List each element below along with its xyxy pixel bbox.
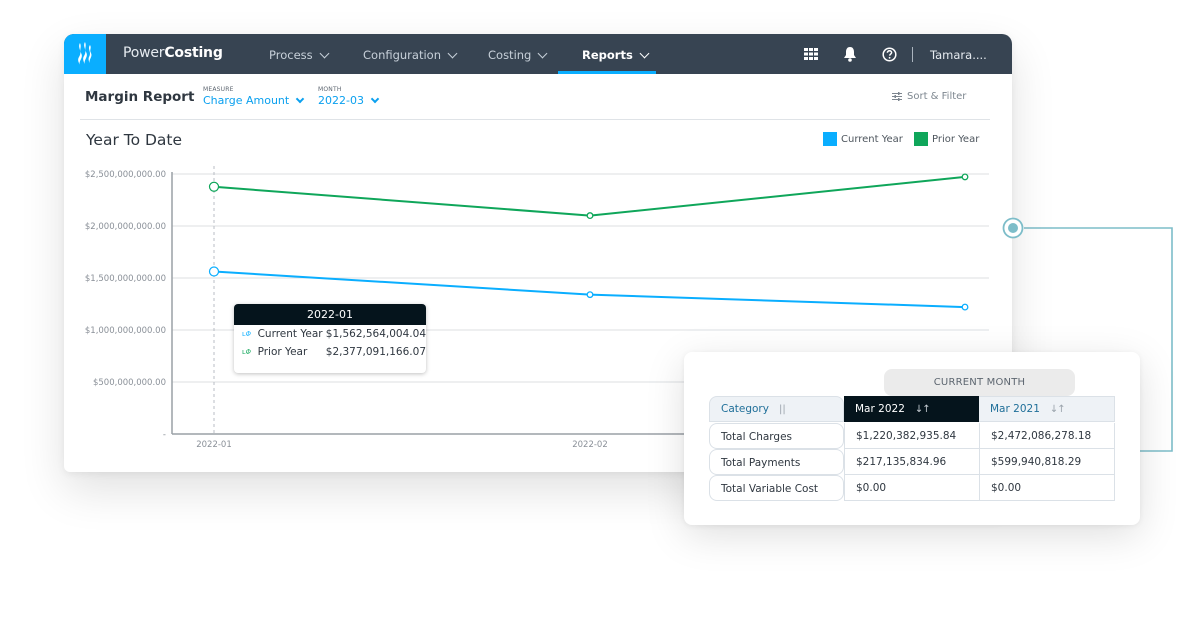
apps-grid-button[interactable]: [803, 46, 819, 62]
tooltip-series-value: $1,562,564,004.04: [325, 328, 426, 340]
cell-category: Total Variable Cost: [709, 475, 844, 501]
cell-category: Total Payments: [709, 449, 844, 475]
connector-node-icon: [1002, 217, 1024, 239]
nav-label: Costing: [488, 48, 532, 62]
chevron-down-icon: [537, 48, 548, 58]
x-tick-label: 2022-02: [572, 440, 608, 450]
measure-label: MEASURE: [203, 86, 234, 93]
sort-icon: ↓↑: [914, 403, 931, 415]
legend-label-prior: Prior Year: [932, 133, 980, 145]
measure-value: Charge Amount: [203, 94, 290, 107]
nav-reports[interactable]: Reports: [582, 48, 650, 62]
y-tick-label: $500,000,000.00: [93, 378, 166, 388]
nav-label: Reports: [582, 48, 633, 62]
column-header-mar-2021[interactable]: Mar 2021 ↓↑: [979, 396, 1115, 422]
top-navbar: PowerCosting Process Configuration Costi…: [64, 34, 1012, 74]
brand-name: PowerCosting: [123, 45, 223, 61]
cell-mar-2021: $2,472,086,278.18: [979, 423, 1115, 449]
data-point-prior-year: [961, 173, 969, 181]
table-row: Total Variable Cost $0.00 $0.00: [709, 475, 1115, 501]
nav-process[interactable]: Process: [269, 48, 330, 62]
chevron-down-icon: [295, 94, 305, 103]
nav-label: Process: [269, 48, 313, 62]
column-header-category[interactable]: Category | |: [709, 396, 844, 422]
column-header-mar-2022[interactable]: Mar 2022 ↓↑: [844, 396, 979, 422]
sort-filter-button[interactable]: Sort & Filter: [892, 91, 966, 102]
logo[interactable]: [64, 34, 106, 74]
active-tab-indicator: [558, 71, 656, 74]
cell-mar-2021: $0.00: [979, 475, 1115, 501]
tooltip-series-name: Current Year: [257, 328, 323, 340]
cell-mar-2022: $1,220,382,935.84: [844, 423, 979, 449]
measure-selector[interactable]: MEASURE Charge Amount: [203, 86, 305, 107]
y-tick-label: $1,000,000,000.00: [85, 326, 166, 336]
brand-light: Power: [123, 45, 165, 61]
table-row: Total Payments $217,135,834.96 $599,940,…: [709, 449, 1115, 475]
column-header-label: Mar 2021: [990, 403, 1040, 415]
sort-icon: ↓↑: [1049, 403, 1066, 415]
help-button[interactable]: [881, 46, 897, 62]
brand-bold: Costing: [164, 45, 223, 61]
line-chart-icon: ʟ𝛷: [242, 347, 251, 356]
legend-label-current: Current Year: [841, 133, 903, 145]
user-menu[interactable]: Tamara....: [930, 48, 987, 62]
legend-swatch-prior: [914, 132, 928, 146]
notifications-button[interactable]: [842, 46, 858, 62]
group-header-current-month: CURRENT MONTH: [884, 369, 1075, 396]
grid-apps-icon: [804, 48, 818, 60]
series-line-current-year: [213, 270, 966, 309]
sort-icon: | |: [778, 403, 786, 415]
y-tick-label: $1,500,000,000.00: [85, 274, 166, 284]
tooltip-row-prior: ʟ𝛷 Prior Year $2,377,091,166.07: [234, 343, 426, 361]
line-chart-icon: ʟ𝛷: [242, 329, 251, 338]
nav-costing[interactable]: Costing: [488, 48, 548, 62]
tooltip-series-value: $2,377,091,166.07: [325, 346, 426, 358]
help-icon: [881, 46, 897, 62]
y-tick-label: $2,500,000,000.00: [85, 170, 166, 180]
nav-separator: [912, 47, 913, 62]
cell-mar-2022: $0.00: [844, 475, 979, 501]
x-tick-label: 2022-01: [196, 440, 232, 450]
data-point-current-year: [586, 291, 594, 299]
month-selector[interactable]: MONTH 2022-03: [318, 86, 380, 107]
bell-icon: [844, 47, 856, 62]
cell-mar-2021: $599,940,818.29: [979, 449, 1115, 475]
table-row: Total Charges $1,220,382,935.84 $2,472,0…: [709, 423, 1115, 449]
flame-logo-icon: [78, 42, 92, 65]
column-header-label: Category: [721, 403, 769, 415]
chevron-down-icon: [447, 48, 458, 58]
nav-configuration[interactable]: Configuration: [363, 48, 458, 62]
sort-filter-label: Sort & Filter: [907, 91, 967, 102]
data-point-current-year: [961, 303, 969, 311]
current-month-table-card: CURRENT MONTH Category | | Mar 2022 ↓↑ M…: [684, 352, 1140, 525]
data-point-current-year: [208, 266, 220, 277]
report-title: Margin Report: [85, 89, 195, 105]
data-point-prior-year: [586, 212, 594, 220]
legend-swatch-current: [823, 132, 837, 146]
tooltip-series-name: Prior Year: [257, 346, 308, 358]
chart-tooltip: 2022-01 ʟ𝛷 Current Year $1,562,564,004.0…: [234, 304, 426, 373]
column-header-label: Mar 2022: [855, 403, 905, 415]
sliders-icon: [892, 92, 902, 101]
chevron-down-icon: [370, 94, 380, 103]
y-tick-label: -: [163, 430, 166, 440]
header-divider: [80, 119, 990, 120]
legend-prior-year[interactable]: Prior Year: [914, 132, 979, 146]
month-value: 2022-03: [318, 94, 364, 107]
nav-label: Configuration: [363, 48, 441, 62]
cell-mar-2022: $217,135,834.96: [844, 449, 979, 475]
cell-category: Total Charges: [709, 423, 844, 449]
chevron-down-icon: [319, 48, 330, 58]
y-tick-label: $2,000,000,000.00: [85, 222, 166, 232]
section-title: Year To Date: [86, 131, 183, 149]
tooltip-row-current: ʟ𝛷 Current Year $1,562,564,004.04: [234, 325, 426, 343]
tooltip-title: 2022-01: [234, 304, 426, 325]
series-line-prior-year: [213, 175, 966, 217]
chevron-down-icon: [639, 48, 650, 58]
data-point-prior-year: [208, 181, 220, 192]
legend-current-year[interactable]: Current Year: [823, 132, 903, 146]
month-label: MONTH: [318, 86, 342, 93]
